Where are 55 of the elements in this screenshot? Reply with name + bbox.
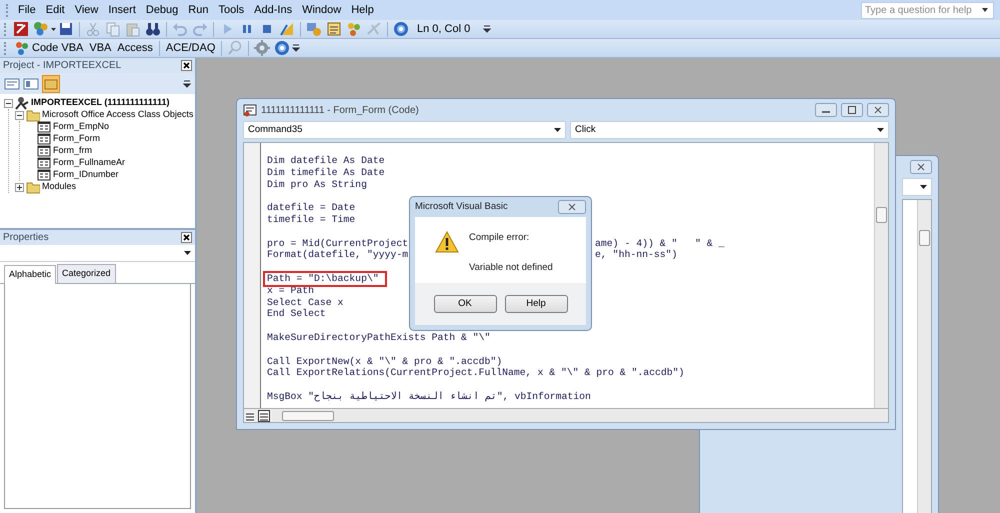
tree-item[interactable]: Form_Form	[53, 132, 100, 146]
dialog-button[interactable]: OK	[434, 295, 496, 313]
tree-item[interactable]: Form_frm	[53, 144, 92, 158]
code-line: Dim timefile As Date	[267, 166, 385, 179]
code-line: Format(datefile, "yyyy-m	[267, 249, 408, 260]
button-label: Code VBA	[32, 40, 84, 56]
code-line: pro = Mid(CurrentProject	[267, 238, 408, 249]
dropdown-value: Command35	[248, 122, 302, 137]
code-line: Select Case x	[267, 296, 344, 308]
tab[interactable]: Alphabetic	[4, 265, 56, 284]
menu-item[interactable]: Add-Ins	[249, 2, 298, 18]
dialog-title: Microsoft Visual Basic	[415, 200, 508, 214]
window-title: 1111111111111 - Form_Form (Code)	[261, 104, 419, 118]
menu-item[interactable]: Insert	[103, 2, 141, 18]
code-line: Dim datefile As Date	[267, 155, 385, 167]
tree-item[interactable]: Modules	[42, 180, 76, 194]
toolbar-button[interactable]: Access	[114, 40, 156, 56]
code-line: e, "hh-nn-ss")	[595, 249, 678, 262]
cursor-position: Ln 0, Col 0	[417, 22, 470, 37]
dropdown-value: Click	[575, 122, 596, 137]
code-line: ame) - 4)) & " " & _	[595, 238, 724, 250]
menu-item[interactable]: Window	[297, 2, 346, 18]
menu-item[interactable]: Debug	[140, 2, 184, 18]
code-line: timefile = Time	[267, 214, 356, 226]
menu-item[interactable]: File	[13, 2, 41, 18]
tree-item[interactable]: Form_FullnameAr	[53, 156, 126, 170]
tree-item[interactable]: Form_EmpNo	[53, 120, 110, 134]
pane-title: Properties	[3, 231, 49, 245]
code-line: Call ExportRelations(CurrentProject.FullName, x & "\" & pro & ".accdb")	[267, 367, 684, 380]
tree-item[interactable]: Microsoft Office Access Class Objects	[42, 108, 194, 122]
code-line: Dim pro As String	[267, 178, 367, 190]
menu-item[interactable]: Run	[183, 2, 214, 18]
object-dropdown[interactable]: Command35	[243, 121, 566, 139]
toolbar-button[interactable]: ACE/DAQ	[162, 40, 218, 56]
menu-item[interactable]: Tools	[213, 2, 250, 18]
dialog-button[interactable]: Help	[504, 295, 568, 313]
menu-item[interactable]: Help	[346, 2, 379, 18]
help-search-field[interactable]: Type a question for help	[861, 2, 994, 18]
code-line: Call ExportNew(x & "\" & pro & ".accdb")	[267, 356, 502, 368]
code-line: End Select	[267, 308, 326, 320]
menu-item[interactable]: View	[70, 2, 104, 18]
code-line: MakeSureDirectoryPathExists Path & "\"	[267, 332, 490, 344]
code-line: datefile = Date	[267, 202, 356, 214]
tree-item[interactable]: IMPORTEEXCEL (1111111111111)	[31, 96, 170, 110]
tab[interactable]: Categorized	[57, 264, 116, 282]
procedure-dropdown[interactable]: Click	[570, 121, 889, 139]
error-message: Variable not defined	[469, 261, 553, 276]
code-line: MsgBox "تم انشاء النسخة الاحتياطية بنجاح", vbInformation	[267, 390, 591, 403]
code-line: Path = "D:\backup\"	[265, 272, 385, 285]
pane-title: Project - IMPORTEEXCEL	[3, 59, 122, 73]
menu-item[interactable]: Edit	[40, 2, 70, 18]
error-heading: Compile error:	[469, 231, 530, 245]
toolbar-button[interactable]: VBA	[86, 40, 114, 56]
toolbar-button[interactable]: Code VBA	[11, 40, 86, 56]
tree-item[interactable]: Form_IDnumber	[53, 168, 119, 182]
